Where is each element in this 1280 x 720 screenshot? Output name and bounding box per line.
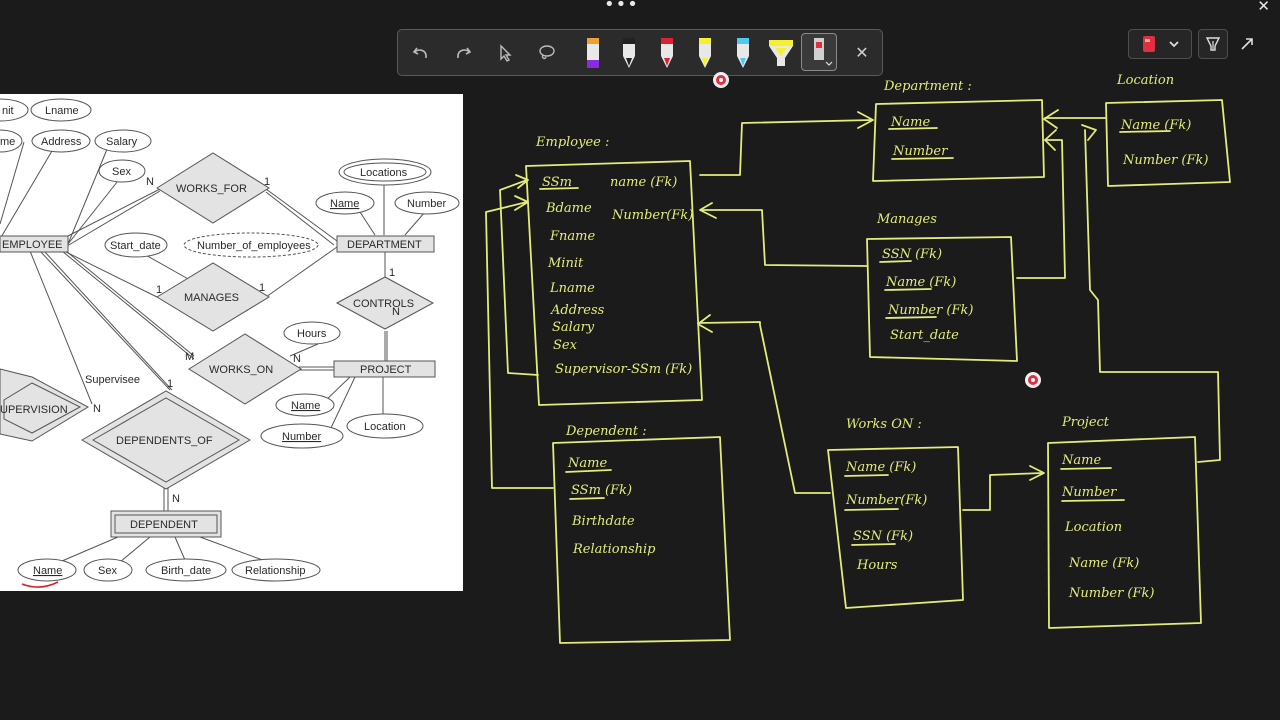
manages-field-start-date: Start_date — [890, 328, 959, 343]
employee-field-salary: Salary — [552, 320, 595, 335]
works-on-field-ssn: SSN (Fk) — [853, 529, 913, 544]
manages-field-ssn: SSN (Fk) — [882, 247, 942, 262]
project-field-name: Name — [1061, 453, 1101, 468]
dependent-field-name: Name — [567, 456, 607, 471]
handwritten-schema: Employee : SSm name (Fk) Bdame Number(Fk… — [485, 73, 1231, 644]
employee-fk-name: name (Fk) — [610, 175, 677, 190]
project-field-number: Number — [1061, 485, 1117, 500]
employee-field-lname: Lname — [549, 281, 595, 296]
dependent-field-ssm: SSm (Fk) — [571, 483, 632, 498]
employee-field-supervisor: Supervisor-SSm (Fk) — [555, 362, 692, 377]
dependent-field-birthdate: Birthdate — [571, 514, 635, 529]
manages-field-name: Name (Fk) — [885, 275, 956, 290]
project-field-number-fk: Number (Fk) — [1068, 586, 1154, 601]
works-on-field-number: Number(Fk) — [845, 493, 927, 508]
table-location-title: Location — [1116, 73, 1174, 88]
table-employee-title: Employee : — [535, 135, 609, 150]
manages-field-number: Number (Fk) — [887, 303, 973, 318]
employee-field-address: Address — [550, 303, 605, 318]
table-works-on-title: Works ON : — [846, 417, 922, 432]
location-field-number: Number (Fk) — [1122, 153, 1208, 168]
table-department-title: Department : — [883, 79, 972, 94]
dependent-field-relationship: Relationship — [572, 542, 656, 557]
project-field-name-fk: Name (Fk) — [1068, 556, 1139, 571]
table-project-title: Project — [1061, 415, 1110, 430]
department-field-name: Name — [890, 115, 930, 130]
employee-field-dname: Bdame — [545, 201, 592, 216]
project-field-location: Location — [1064, 520, 1122, 535]
table-manages-title: Manages — [876, 212, 937, 227]
works-on-field-hours: Hours — [856, 558, 898, 573]
table-dependent-title: Dependent : — [565, 424, 647, 439]
department-field-number: Number — [892, 144, 948, 159]
location-field-name: Name (Fk) — [1120, 118, 1191, 133]
works-on-field-name: Name (Fk) — [845, 460, 916, 475]
employee-field-sex: Sex — [553, 338, 578, 353]
employee-field-minit: Minit — [547, 256, 584, 271]
employee-field-fname: Fname — [549, 229, 595, 244]
employee-fk-number: Number(Fk) — [611, 208, 693, 223]
employee-field-ssm: SSm — [542, 175, 572, 190]
